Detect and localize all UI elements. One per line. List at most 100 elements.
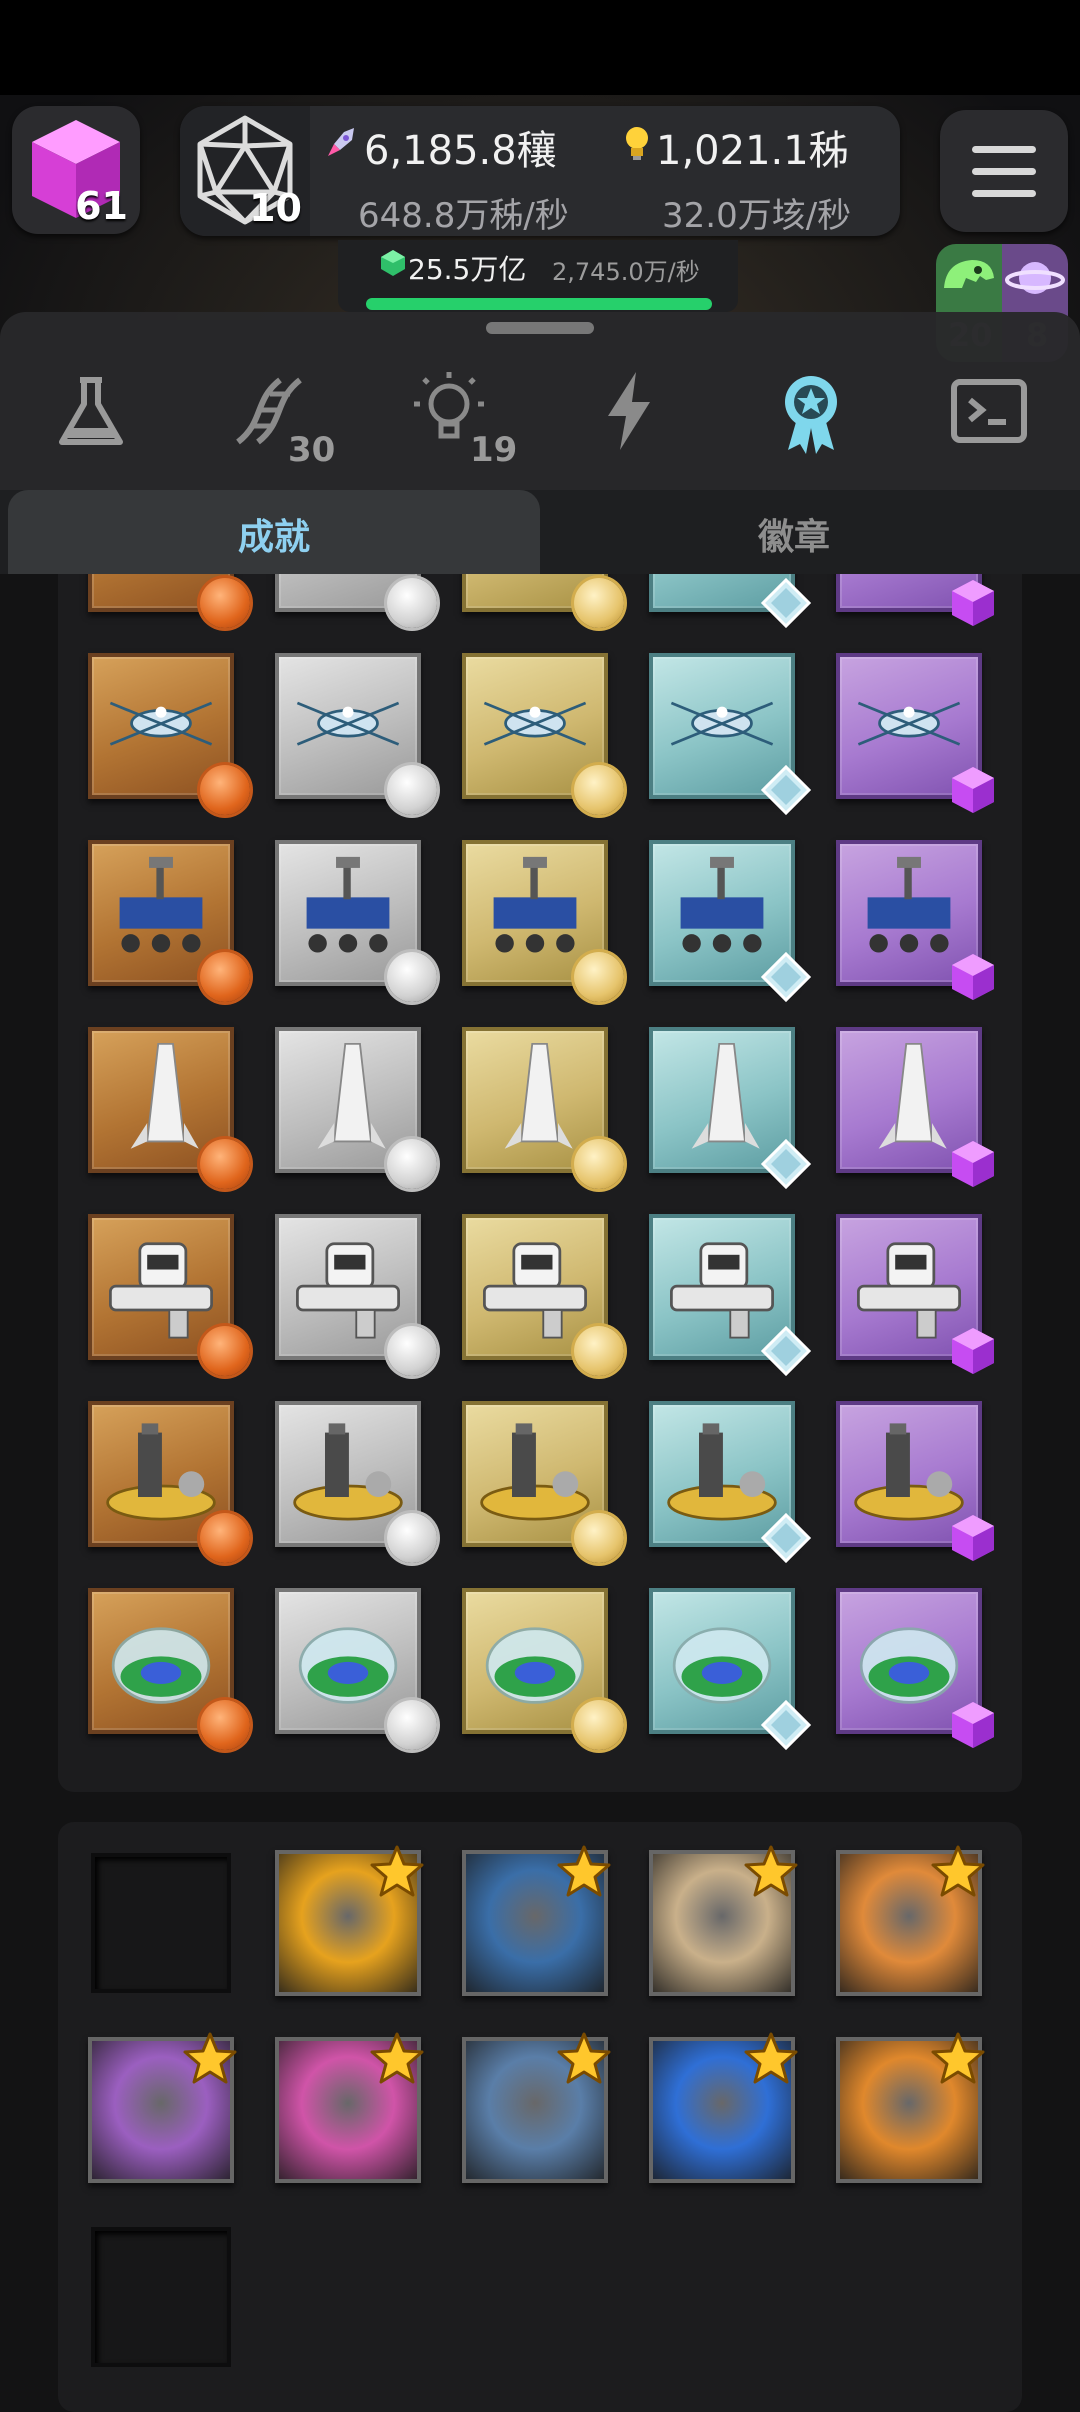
amethyst-medal-icon [948,1513,998,1563]
tab-achievements[interactable] [766,366,856,456]
achievement-space-shuttle-gold[interactable] [462,1027,624,1189]
badge-pink-dolphin[interactable] [275,2032,424,2183]
resource-panel[interactable]: 10 6,185.8穰 648.8万秭/秒 1,021.1秭 32.0万垓/秒 [180,106,900,236]
achievement-space-shuttle-silver[interactable] [275,1027,437,1189]
achievement-mars-rover-gold[interactable] [462,840,624,1002]
achievement-space-shuttle-amethyst[interactable] [836,1027,994,1187]
achievement-biodome-diamond[interactable] [649,1588,812,1751]
badges-grid [58,1822,1022,2412]
achievement-astronaut-robot-bronze[interactable] [88,1214,250,1376]
terminal-icon [951,379,1027,443]
achievement-satellite-drone-amethyst[interactable] [836,653,994,813]
gold-medal-icon [574,1700,624,1750]
menu-line [972,168,1036,175]
cube-level-count: 61 [75,184,128,228]
gold-star-icon [930,2031,986,2087]
gold-medal-icon [574,952,624,1002]
app-root: 61 10 6,185.8穰 648.8万秭/秒 1,021.1秭 32.0万垓… [0,0,1080,2412]
tab-terminal[interactable] [944,366,1034,456]
amethyst-medal-icon [948,578,998,628]
gold-star-icon [743,2031,799,2087]
badge-blue-yeti[interactable] [649,2032,798,2183]
diamond-medal-icon [760,577,812,629]
bronze-medal-icon [200,578,250,628]
tab-power[interactable] [584,366,674,456]
green-rate: 2,745.0万/秒 [552,258,700,286]
achievement-satellite-drone-diamond[interactable] [649,653,812,816]
badge-golden-crown[interactable] [275,1845,424,1996]
bulb-amount: 1,021.1秭 [656,128,849,174]
bronze-medal-icon [200,1139,250,1189]
rocket-amount: 6,185.8穰 [364,128,557,174]
achievement-launch-tower-base-bronze[interactable] [88,1401,250,1563]
diamond-medal-icon [760,1138,812,1190]
gold-medal-icon [574,578,624,628]
achievement-satellite-drone-silver[interactable] [275,653,437,815]
gold-medal-icon [574,765,624,815]
lightbulb-icon [620,124,654,162]
achievement-satellite-drone-bronze[interactable] [88,653,250,815]
achievement-astronaut-robot-diamond[interactable] [649,1214,812,1377]
bottom-drawer: 30 19 成就 徽章 [0,312,1080,574]
green-amount: 25.5万亿 [408,253,527,286]
achievement-mars-rover-diamond[interactable] [649,840,812,1003]
amethyst-medal-icon [948,1326,998,1376]
achievement-astronaut-robot-silver[interactable] [275,1214,437,1376]
green-gem-icon [378,248,408,278]
menu-button[interactable] [940,110,1068,232]
gold-medal-icon [574,1326,624,1376]
tab-dna-count: 30 [288,430,336,470]
silver-medal-icon [387,1513,437,1563]
badge-purple-dragon[interactable] [88,2032,237,2183]
achievement-astronaut-robot-amethyst[interactable] [836,1214,994,1374]
silver-medal-icon [387,1326,437,1376]
badge-darwin-portrait[interactable] [649,1845,798,1996]
tab-ideas-count: 19 [470,430,518,470]
drawer-handle[interactable] [486,322,594,334]
achievement-satellite-drone-gold[interactable] [462,653,624,815]
achievement-launch-tower-base-silver[interactable] [275,1401,437,1563]
gold-star-icon [182,2031,238,2087]
tab-badges-segment[interactable]: 徽章 [758,508,830,560]
achievement-biodome-silver[interactable] [275,1588,437,1750]
rocket-icon [324,122,362,160]
rocket-rate: 648.8万秭/秒 [358,196,569,236]
achievement-launch-tower-base-gold[interactable] [462,1401,624,1563]
achievement-biodome-bronze[interactable] [88,1588,250,1750]
achievement-mars-rover-silver[interactable] [275,840,437,1002]
menu-line [972,146,1036,153]
amethyst-medal-icon [948,1139,998,1189]
badge-blue-creature[interactable] [462,1845,611,1996]
bronze-medal-icon [200,952,250,1002]
flask-icon [59,377,123,445]
diamond-medal-icon [760,1325,812,1377]
silver-medal-icon [387,765,437,815]
menu-line [972,190,1036,197]
achievement-launch-tower-base-amethyst[interactable] [836,1401,994,1561]
achievement-biodome-gold[interactable] [462,1588,624,1750]
badge-shiba-dog[interactable] [836,2032,985,2183]
silver-medal-icon [387,1700,437,1750]
badge-orange-scientist[interactable] [836,1845,985,1996]
achievement-space-shuttle-diamond[interactable] [649,1027,812,1190]
achievement-mars-rover-bronze[interactable] [88,840,250,1002]
silver-medal-icon [387,1139,437,1189]
planet-icon [1005,262,1065,294]
tab-achievements-segment[interactable]: 成就 [238,508,310,560]
achievement-mars-rover-amethyst[interactable] [836,840,994,1000]
dino-icon [944,260,994,288]
d20-button[interactable]: 10 [180,106,310,236]
gold-star-icon [743,1844,799,1900]
amethyst-medal-icon [948,1700,998,1750]
bronze-medal-icon [200,1700,250,1750]
achievement-space-shuttle-bronze[interactable] [88,1027,250,1189]
tab-lab[interactable] [46,366,136,456]
award-ribbon-icon [785,376,837,454]
cube-level-button[interactable]: 61 [12,106,140,234]
achievement-biodome-amethyst[interactable] [836,1588,994,1748]
badge-bird-and-fish[interactable] [462,2032,611,2183]
gold-medal-icon [574,1139,624,1189]
achievement-astronaut-robot-gold[interactable] [462,1214,624,1376]
silver-medal-icon [387,952,437,1002]
achievement-launch-tower-base-diamond[interactable] [649,1401,812,1564]
